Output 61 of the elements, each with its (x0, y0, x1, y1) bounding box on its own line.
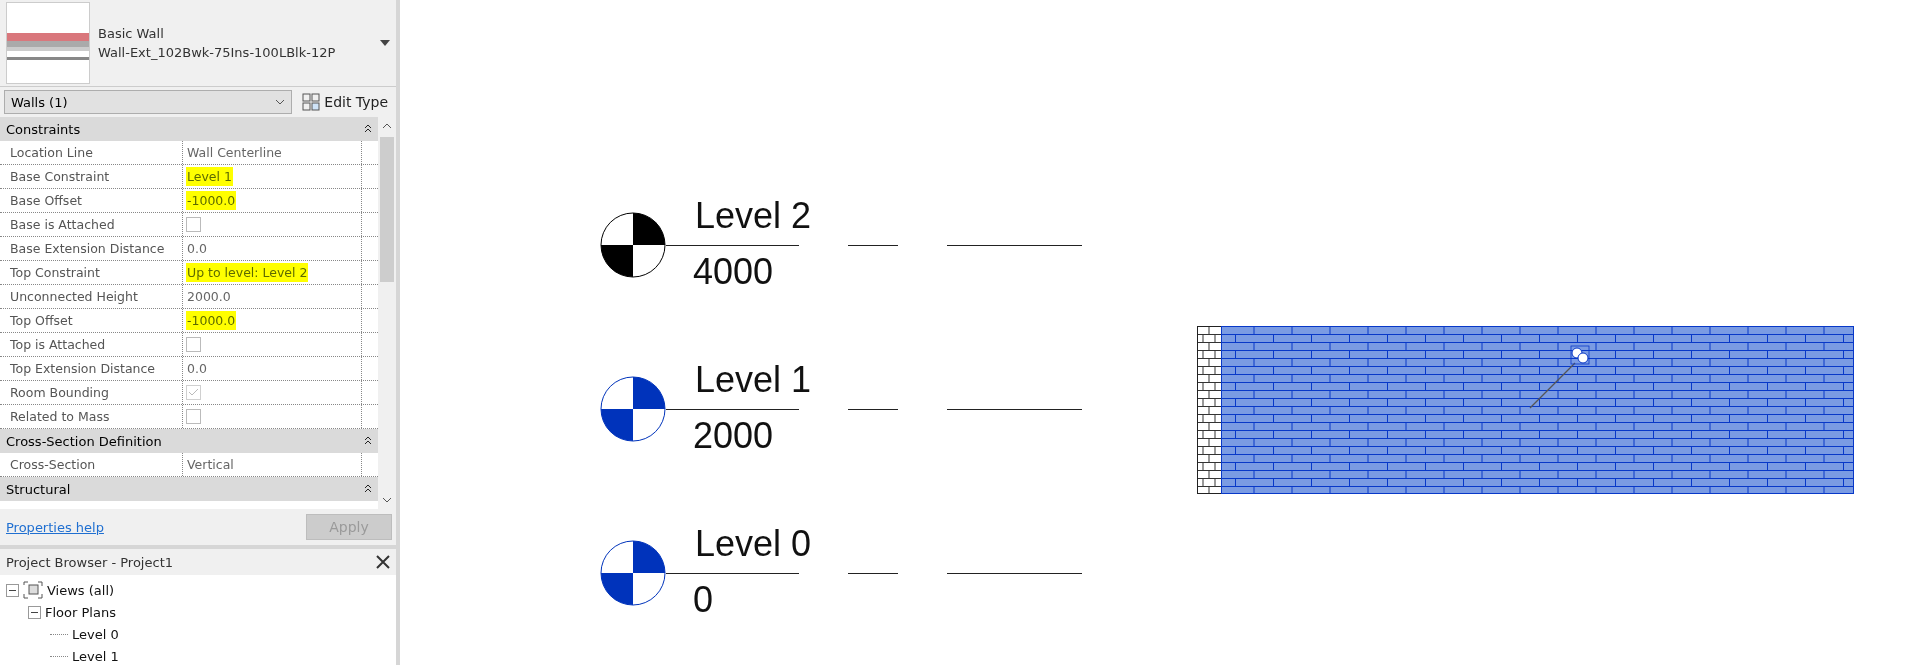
group-header[interactable]: Cross-Section Definition (0, 429, 378, 453)
property-value[interactable]: -1000.0 (186, 191, 237, 210)
group-header[interactable]: Constraints (0, 117, 378, 141)
tree-item[interactable]: Views (all) (47, 582, 115, 598)
tree-item[interactable]: Level 1 (72, 648, 119, 664)
property-name: Top Offset (0, 309, 183, 332)
panel-title: Project Browser - Project1 (6, 554, 173, 570)
property-name: Base Extension Distance (0, 237, 183, 260)
property-name: Room Bounding (0, 381, 183, 404)
collapse-icon (364, 124, 372, 134)
property-name: Top is Attached (0, 333, 183, 356)
property-value[interactable]: Level 1 (186, 167, 233, 186)
level-line (848, 573, 898, 574)
collapse-toggle[interactable] (28, 605, 41, 619)
tree-item[interactable]: Level 0 (72, 626, 119, 642)
edit-type-icon (302, 93, 321, 111)
dropdown-caret-icon (380, 40, 390, 46)
property-name: Location Line (0, 141, 183, 164)
collapse-toggle[interactable] (6, 583, 19, 597)
property-value[interactable]: Wall Centerline (186, 143, 283, 162)
checkbox[interactable] (186, 217, 201, 232)
close-icon[interactable] (376, 555, 390, 569)
collapse-icon (364, 484, 372, 494)
property-name: Base Offset (0, 189, 183, 212)
group-header[interactable]: Structural (0, 477, 378, 501)
tree-item[interactable]: Floor Plans (45, 604, 116, 620)
property-value[interactable]: Up to level: Level 2 (186, 263, 309, 282)
properties-help-link[interactable]: Properties help (6, 519, 104, 535)
property-name: Base Constraint (0, 165, 183, 188)
level-line (848, 409, 898, 410)
level-elevation: 4000 (693, 251, 774, 293)
instance-filter-dropdown[interactable]: Walls (1) (4, 90, 293, 114)
views-icon (23, 581, 43, 599)
property-name: Unconnected Height (0, 285, 183, 308)
property-name: Cross-Section (0, 453, 183, 476)
property-value[interactable]: 0.0 (186, 239, 208, 258)
checkbox[interactable] (186, 337, 201, 352)
wall-type-preview-icon (6, 2, 90, 84)
level-name: Level 2 (695, 195, 812, 237)
level-elevation: 0 (693, 579, 714, 621)
property-name: Top Extension Distance (0, 357, 183, 380)
level-name: Level 0 (695, 523, 812, 565)
property-value[interactable]: 0.0 (186, 359, 208, 378)
level-name: Level 1 (695, 359, 812, 401)
level-line (848, 245, 898, 246)
type-name: Wall-Ext_102Bwk-75Ins-100LBlk-12P (98, 45, 337, 60)
property-name: Base is Attached (0, 213, 183, 236)
property-value[interactable]: 2000.0 (186, 287, 232, 306)
chevron-down-icon (275, 99, 286, 105)
property-name: Related to Mass (0, 405, 183, 428)
property-value[interactable]: -1000.0 (186, 311, 237, 330)
type-selector[interactable]: Basic Wall Wall-Ext_102Bwk-75Ins-100LBlk-12P (0, 0, 396, 87)
edit-type-button[interactable]: Edit Type (298, 93, 392, 111)
checkmark-icon (188, 388, 199, 397)
checkbox[interactable] (186, 409, 201, 424)
level-elevation: 2000 (693, 415, 774, 457)
brick-wall-drawing[interactable] (1197, 326, 1854, 494)
property-name: Top Constraint (0, 261, 183, 284)
family-name: Basic Wall (98, 26, 165, 41)
collapse-icon (364, 436, 372, 446)
property-value[interactable]: Vertical (186, 455, 235, 474)
